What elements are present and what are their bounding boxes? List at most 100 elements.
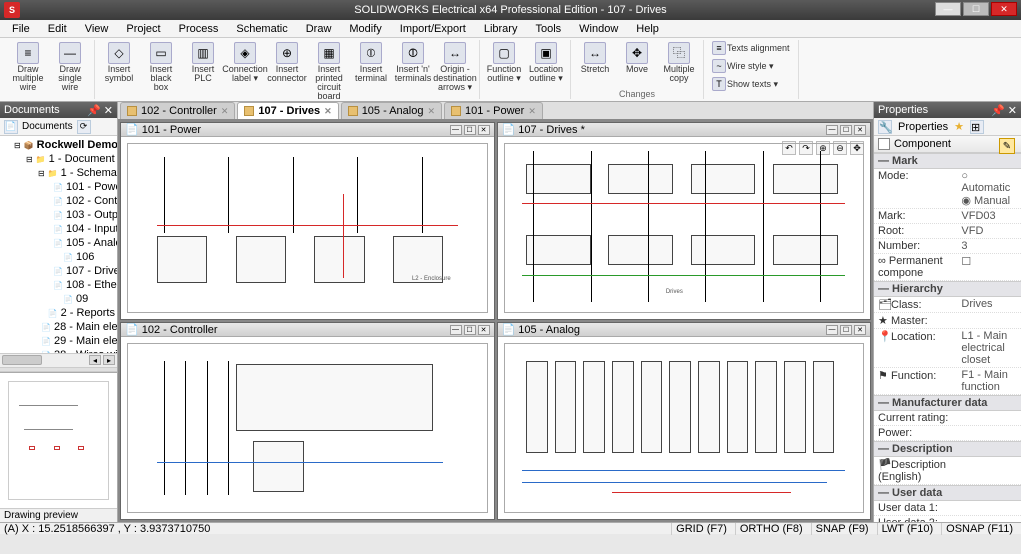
tree-item[interactable]: 📄108 - Ethernet Connect: [50, 278, 115, 292]
props-section-header[interactable]: — Description: [874, 441, 1021, 457]
menu-library[interactable]: Library: [476, 21, 526, 37]
documents-panel-pin-icon[interactable]: 📌 ✕: [87, 104, 113, 117]
draw-multiple-wire[interactable]: ≡Draw multiple wire: [8, 40, 48, 94]
minimize-button[interactable]: —: [935, 2, 961, 16]
doc-tab[interactable]: 107 - Drives✕: [237, 102, 338, 119]
prop-value[interactable]: L1 - Main electrical closet: [961, 330, 1017, 366]
show-texts[interactable]: TShow texts ▾: [708, 76, 782, 92]
menu-process[interactable]: Process: [171, 21, 227, 37]
canvas-close-button[interactable]: ✕: [478, 125, 490, 135]
menu-schematic[interactable]: Schematic: [228, 21, 295, 37]
prop-radio-manual[interactable]: ◉ Manual: [961, 194, 1010, 207]
canvas-header[interactable]: 📄 102 - Controller—☐✕: [121, 323, 494, 337]
props-row[interactable]: Mode:○ Automatic ◉ Manual: [874, 169, 1021, 209]
props-section-header[interactable]: — User data: [874, 485, 1021, 501]
menu-window[interactable]: Window: [571, 21, 626, 37]
canvas-header[interactable]: 📄 107 - Drives *—☐✕: [498, 123, 871, 137]
tree-item[interactable]: 📄103 - Outputs: [50, 208, 115, 222]
collapse-icon[interactable]: ⊟: [14, 140, 21, 150]
props-row[interactable]: ∞ Permanent compone☐: [874, 254, 1021, 281]
props-row[interactable]: ★Master:: [874, 313, 1021, 329]
props-row[interactable]: Mark:VFD03: [874, 209, 1021, 224]
status-toggle[interactable]: ORTHO (F8): [735, 523, 807, 535]
tree-item[interactable]: 📄101 - Power: [50, 180, 115, 194]
prop-value[interactable]: VFD03: [961, 210, 1017, 222]
tree-item[interactable]: 📄102 - Controller: [50, 194, 115, 208]
collapse-icon[interactable]: ⊟: [38, 168, 45, 178]
close-tab-icon[interactable]: ✕: [324, 106, 332, 117]
close-tab-icon[interactable]: ✕: [427, 106, 435, 117]
scroll-thumb[interactable]: [2, 355, 42, 365]
menu-file[interactable]: File: [4, 21, 38, 37]
props-section-header[interactable]: — Manufacturer data: [874, 395, 1021, 411]
canvas-max-button[interactable]: ☐: [840, 325, 852, 335]
canvas-header[interactable]: 📄 105 - Analog—☐✕: [498, 323, 871, 337]
tree-item[interactable]: 📄104 - Inputs: [50, 222, 115, 236]
canvas-header[interactable]: 📄 101 - Power—☐✕: [121, 123, 494, 137]
menu-help[interactable]: Help: [628, 21, 667, 37]
tree-item[interactable]: ⊟📁1 - Document book: [26, 152, 115, 166]
close-tab-icon[interactable]: ✕: [528, 106, 536, 117]
menu-project[interactable]: Project: [118, 21, 168, 37]
doc-tab[interactable]: 101 - Power✕: [444, 102, 543, 119]
prop-value[interactable]: F1 - Main function: [961, 369, 1017, 393]
insert-black-box[interactable]: ▭Insert black box: [141, 40, 181, 103]
props-row[interactable]: 🏴Description (English): [874, 457, 1021, 485]
prop-value[interactable]: [961, 458, 1017, 483]
prop-value[interactable]: [961, 314, 1017, 327]
insert-printed-circuit[interactable]: ▦Insert printed circuit board: [309, 40, 349, 103]
prop-value[interactable]: Drives: [961, 298, 1017, 311]
function-outline[interactable]: ▢Function outline ▾: [484, 40, 524, 85]
prop-value[interactable]: [961, 412, 1017, 424]
menu-tools[interactable]: Tools: [527, 21, 569, 37]
canvas-min-button[interactable]: —: [826, 125, 838, 135]
props-row[interactable]: Power:: [874, 426, 1021, 441]
props-row[interactable]: Root:VFD: [874, 224, 1021, 239]
status-toggle[interactable]: GRID (F7): [671, 523, 731, 535]
move[interactable]: ✥Move: [617, 40, 657, 85]
canvas-body[interactable]: ↶↷⊕⊖✥Drives: [498, 137, 871, 319]
canvas-min-button[interactable]: —: [826, 325, 838, 335]
prop-value[interactable]: [961, 517, 1017, 522]
prop-value[interactable]: ☐: [961, 255, 1017, 279]
insert-terminal[interactable]: ⦶Insert terminal: [351, 40, 391, 103]
props-section-header[interactable]: — Hierarchy: [874, 281, 1021, 297]
tree-item[interactable]: 📄28 - Main electrical closet: [38, 320, 115, 334]
prop-value[interactable]: [961, 427, 1017, 439]
canvas-close-button[interactable]: ✕: [854, 325, 866, 335]
canvas-close-button[interactable]: ✕: [854, 125, 866, 135]
tree-item[interactable]: 📄2 - Reports: [38, 306, 115, 320]
properties-tab-label[interactable]: Properties: [898, 121, 948, 133]
doc-tab[interactable]: 105 - Analog✕: [341, 102, 442, 119]
canvas-max-button[interactable]: ☐: [840, 125, 852, 135]
collapse-icon[interactable]: ⊟: [26, 154, 33, 164]
maximize-button[interactable]: ☐: [963, 2, 989, 16]
menu-draw[interactable]: Draw: [298, 21, 340, 37]
properties-panel-pin-icon[interactable]: 📌 ✕: [991, 104, 1017, 117]
status-toggle[interactable]: OSNAP (F11): [941, 523, 1017, 535]
insert-n-terminals[interactable]: ⦷Insert 'n' terminals: [393, 40, 433, 103]
wire-style[interactable]: ~Wire style ▾: [708, 58, 778, 74]
favorite-star-icon[interactable]: ★: [954, 120, 964, 133]
tree-item[interactable]: 📄29 - Main electrical closet: [38, 334, 115, 348]
props-row[interactable]: ⚑Function:F1 - Main function: [874, 368, 1021, 395]
insert-symbol[interactable]: ◇Insert symbol: [99, 40, 139, 103]
menu-edit[interactable]: Edit: [40, 21, 75, 37]
canvas-max-button[interactable]: ☐: [464, 125, 476, 135]
tree-item[interactable]: ⊟📁1 - Schematics: [38, 166, 115, 180]
scroll-left-icon[interactable]: ◂: [89, 355, 101, 365]
props-row[interactable]: 📍Location:L1 - Main electrical closet: [874, 329, 1021, 368]
canvas-max-button[interactable]: ☐: [464, 325, 476, 335]
documents-tree[interactable]: ⊟📦Rockwell Demo - Large Discre⊟📁1 - Docu…: [0, 136, 117, 353]
props-row[interactable]: Number:3: [874, 239, 1021, 254]
tree-hscroll[interactable]: ◂ ▸: [0, 353, 117, 367]
close-tab-icon[interactable]: ✕: [221, 106, 229, 117]
menu-importexport[interactable]: Import/Export: [392, 21, 474, 37]
scroll-right-icon[interactable]: ▸: [103, 355, 115, 365]
tree-item[interactable]: 📄106: [50, 250, 115, 264]
canvas-body[interactable]: L2 - Enclosure: [121, 137, 494, 319]
prop-value[interactable]: VFD: [961, 225, 1017, 237]
menu-view[interactable]: View: [77, 21, 117, 37]
documents-toolbar-refresh[interactable]: ⟳: [77, 120, 91, 134]
canvas-body[interactable]: [121, 337, 494, 519]
